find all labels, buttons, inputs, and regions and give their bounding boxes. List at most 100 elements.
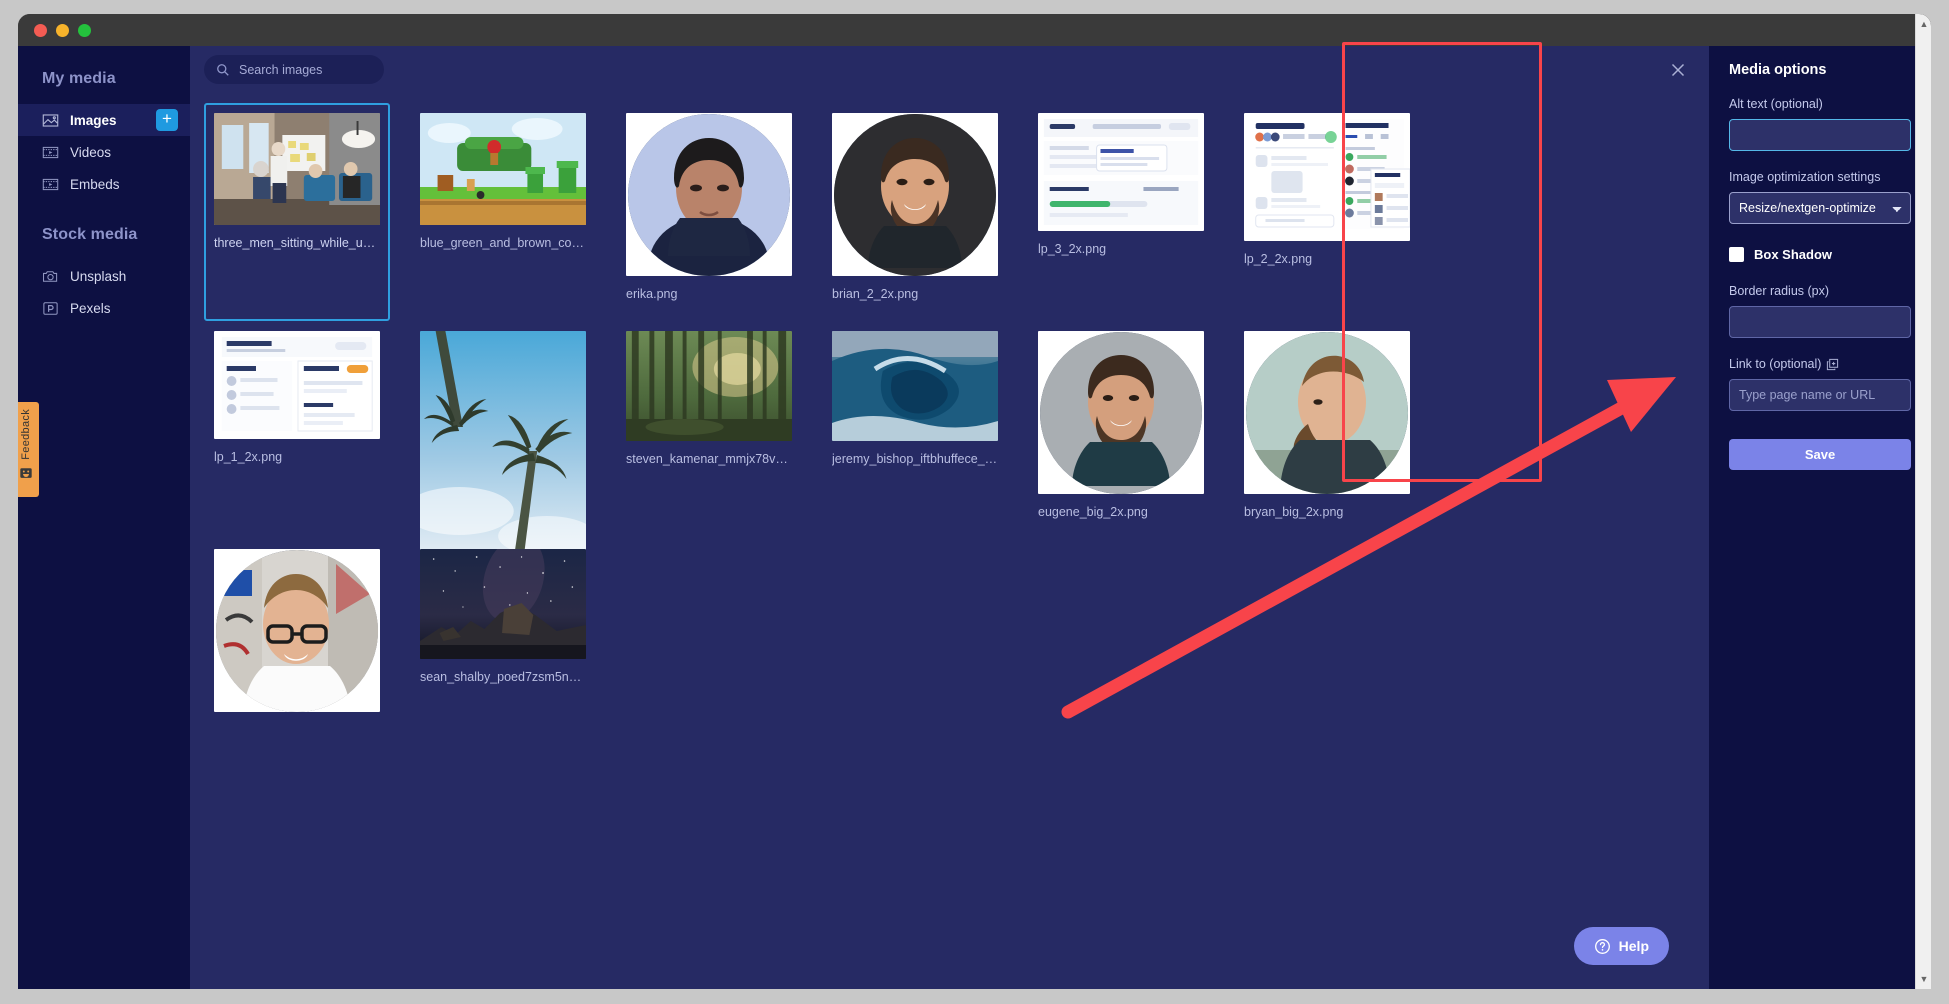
media-item[interactable]: brian_2_2x.png (822, 103, 1008, 321)
search-placeholder: Search images (239, 63, 322, 77)
search-input[interactable]: Search images (204, 55, 384, 84)
window-minimize-button[interactable] (56, 24, 69, 37)
media-caption: jeremy_bishop_iftbhuffece_… (832, 452, 998, 467)
night-sky-photo (420, 549, 586, 659)
border-radius-input[interactable] (1729, 306, 1911, 338)
scroll-up-arrow[interactable]: ▲ (1919, 19, 1929, 29)
media-item[interactable]: three_men_sitting_while_us… (204, 103, 390, 321)
media-grid: three_men_sitting_while_us… (204, 93, 1709, 757)
palm-trees-photo (420, 331, 586, 559)
sidebar-heading-my-media: My media (18, 62, 190, 104)
vertical-scrollbar[interactable]: ▲ ▼ (1915, 14, 1931, 989)
window-close-button[interactable] (34, 24, 47, 37)
alt-text-input[interactable] (1729, 119, 1911, 151)
thumbnail (1038, 113, 1204, 231)
sidebar-item-label: Pexels (70, 301, 111, 316)
forest-photo (626, 331, 792, 441)
thumbnail (420, 549, 586, 659)
thumbnail (626, 331, 792, 441)
sidebar: My media Images + V (18, 46, 190, 989)
thumbnail (420, 331, 586, 559)
border-radius-label: Border radius (px) (1729, 284, 1911, 298)
media-caption: steven_kamenar_mmjx78v… (626, 452, 792, 467)
sidebar-item-label: Unsplash (70, 269, 126, 284)
lp3-screenshot (1038, 113, 1204, 231)
link-to-text: Link to (optional) (1729, 357, 1821, 371)
search-icon (216, 63, 230, 77)
sidebar-item-unsplash[interactable]: Unsplash (18, 260, 190, 292)
media-item[interactable]: sean_shalby_poed7zsm5n… (410, 539, 596, 757)
thumbnail (832, 113, 998, 276)
media-caption: blue_green_and_brown_co… (420, 236, 586, 251)
media-item[interactable]: steven_kamenar_mmjx78v… (616, 321, 802, 539)
bryan-portrait (1246, 332, 1408, 494)
alt-text-label: Alt text (optional) (1729, 97, 1911, 111)
top-bar: Search images (190, 46, 1709, 93)
smiley-face-icon (19, 466, 33, 480)
sidebar-item-images[interactable]: Images + (18, 104, 190, 136)
screen-root: My media Images + V (0, 0, 1949, 1004)
thumbnail (214, 549, 380, 712)
media-caption: bryan_big_2x.png (1244, 505, 1410, 520)
sidebar-item-videos[interactable]: Videos (18, 136, 190, 168)
media-item[interactable]: erika.png (616, 103, 802, 321)
glasses-portrait (216, 550, 378, 712)
lp1-screenshot (214, 331, 380, 439)
media-caption: erika.png (626, 287, 792, 302)
sidebar-heading-stock-media: Stock media (18, 200, 190, 260)
media-item[interactable] (204, 539, 390, 757)
help-button[interactable]: Help (1574, 927, 1669, 965)
add-image-button[interactable]: + (156, 109, 178, 131)
box-shadow-checkbox-row[interactable]: Box Shadow (1729, 247, 1911, 262)
window-maximize-button[interactable] (78, 24, 91, 37)
media-grid-scroll[interactable]: three_men_sitting_while_us… (190, 93, 1709, 989)
scroll-down-arrow[interactable]: ▼ (1919, 974, 1929, 984)
brian-portrait (834, 114, 996, 276)
link-to-input[interactable] (1729, 379, 1911, 411)
media-caption: lp_2_2x.png (1244, 252, 1410, 267)
media-item[interactable]: jeremy_bishop_iftbhuffece_… (822, 321, 1008, 539)
media-item[interactable]: wil_stewart_k_tbabnvzho_u… (410, 321, 596, 539)
lp2-screenshot (1244, 113, 1410, 241)
sidebar-item-embeds[interactable]: Embeds (18, 168, 190, 200)
embed-icon (42, 176, 59, 193)
main-content: Search images (190, 46, 1709, 989)
box-shadow-label: Box Shadow (1754, 247, 1832, 262)
game-screenshot (420, 113, 586, 225)
thumbnail (1038, 331, 1204, 494)
wave-photo (832, 331, 998, 441)
sidebar-item-label: Images (70, 113, 117, 128)
media-item[interactable]: bryan_big_2x.png (1234, 321, 1420, 539)
image-icon (42, 112, 59, 129)
external-link-icon[interactable] (1826, 358, 1839, 371)
scrollbar-thumb[interactable] (1918, 36, 1930, 456)
panel-title: Media options (1729, 62, 1911, 78)
video-icon (42, 144, 59, 161)
avatar (1246, 332, 1408, 494)
media-item[interactable]: eugene_big_2x.png (1028, 321, 1214, 539)
eugene-portrait (1040, 332, 1202, 494)
media-item[interactable]: lp_3_2x.png (1028, 103, 1214, 321)
pexels-icon (42, 300, 59, 317)
window-titlebar (18, 14, 1931, 46)
thumbnail (626, 113, 792, 276)
close-icon[interactable] (1669, 61, 1687, 79)
sidebar-item-pexels[interactable]: Pexels (18, 292, 190, 324)
box-shadow-checkbox[interactable] (1729, 247, 1744, 262)
app-window: My media Images + V (18, 14, 1931, 989)
media-library-modal: My media Images + V (18, 46, 1931, 989)
save-button[interactable]: Save (1729, 439, 1911, 470)
avatar (1040, 332, 1202, 494)
feedback-tab[interactable]: Feedback (18, 402, 39, 497)
media-item[interactable]: lp_1_2x.png (204, 321, 390, 539)
help-label: Help (1619, 938, 1649, 954)
avatar (216, 550, 378, 712)
camera-icon (42, 268, 59, 285)
media-caption: three_men_sitting_while_us… (214, 236, 380, 251)
optimization-select[interactable]: Resize/nextgen-optimize (1729, 192, 1911, 224)
media-item[interactable]: lp_2_2x.png (1234, 103, 1420, 321)
thumbnail (420, 113, 586, 225)
media-caption: sean_shalby_poed7zsm5n… (420, 670, 586, 685)
media-caption: eugene_big_2x.png (1038, 505, 1204, 520)
media-item[interactable]: blue_green_and_brown_co… (410, 103, 596, 321)
